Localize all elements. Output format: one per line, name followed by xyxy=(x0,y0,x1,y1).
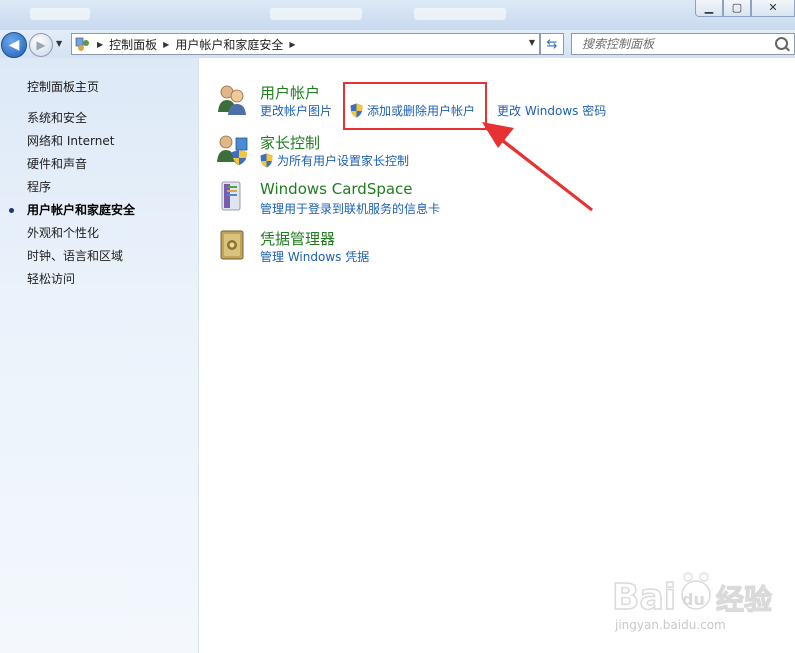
sidebar-item-network[interactable]: 网络和 Internet xyxy=(27,133,135,156)
maximize-icon: ▢ xyxy=(731,0,743,14)
manage-windows-credentials-link[interactable]: 管理 Windows 凭据 xyxy=(260,248,369,265)
category-title[interactable]: Windows CardSpace xyxy=(260,180,413,198)
search-icon[interactable] xyxy=(775,37,788,50)
sidebar-list: 系统和安全 网络和 Internet 硬件和声音 程序 用户帐户和家庭安全 外观… xyxy=(9,110,136,294)
title-ghost xyxy=(270,8,362,20)
sidebar-home-link[interactable]: 控制面板主页 xyxy=(27,78,99,95)
sidebar: 控制面板主页 系统和安全 网络和 Internet 硬件和声音 程序 用户帐户和… xyxy=(0,58,199,653)
close-icon: ✕ xyxy=(768,0,778,14)
category-links: 管理 Windows 凭据 xyxy=(260,248,387,265)
sidebar-item-appearance[interactable]: 外观和个性化 xyxy=(27,225,135,248)
category-title[interactable]: 家长控制 xyxy=(260,132,320,153)
sidebar-item-programs[interactable]: 程序 xyxy=(27,179,135,202)
back-button[interactable]: ◀ xyxy=(1,32,27,58)
breadcrumb-separator-icon: ▶ xyxy=(97,39,104,49)
watermark-url: jingyan.baidu.com xyxy=(615,618,726,632)
search-input[interactable] xyxy=(580,36,774,52)
title-ghost xyxy=(414,8,506,20)
sidebar-item-label: 用户帐户和家庭安全 xyxy=(27,203,136,217)
uac-shield-icon xyxy=(260,153,273,168)
minimize-icon: ▁ xyxy=(704,0,714,14)
parental-controls-icon[interactable] xyxy=(216,132,248,166)
forward-arrow-icon: ▶ xyxy=(36,38,46,52)
address-bar[interactable]: ▶ 控制面板 ▶ 用户帐户和家庭安全 ▶ ▼ xyxy=(71,33,540,55)
svg-text:Bai: Bai xyxy=(612,577,676,618)
svg-text:du: du xyxy=(682,590,705,609)
address-dropdown-icon[interactable]: ▼ xyxy=(529,38,535,47)
search-box[interactable] xyxy=(571,33,795,55)
control-panel-icon xyxy=(75,37,89,51)
category-title[interactable]: 凭据管理器 xyxy=(260,228,335,249)
annotation-arrow xyxy=(482,122,593,212)
navigation-bar: ◀ ▶ ▼ ▶ 控制面板 ▶ 用户帐户和家庭安全 ▶ ▼ ⇆ xyxy=(0,30,795,58)
sidebar-item-system-security[interactable]: 系统和安全 xyxy=(27,110,135,133)
change-picture-link[interactable]: 更改帐户图片 xyxy=(260,102,332,119)
breadcrumb-separator-icon: ▶ xyxy=(289,39,296,49)
close-button[interactable]: ✕ xyxy=(751,0,795,17)
sidebar-item-hardware-sound[interactable]: 硬件和声音 xyxy=(27,156,135,179)
active-bullet-icon xyxy=(9,208,14,213)
set-parental-controls-label: 为所有用户设置家长控制 xyxy=(277,154,410,168)
window-controls: ▁ ▢ ✕ xyxy=(695,0,795,17)
title-ghost xyxy=(30,8,90,20)
maximize-button[interactable]: ▢ xyxy=(723,0,751,17)
refresh-button[interactable]: ⇆ xyxy=(540,33,564,55)
sidebar-item-clock-language[interactable]: 时钟、语言和区域 xyxy=(27,248,135,271)
manage-info-cards-link[interactable]: 管理用于登录到联机服务的信息卡 xyxy=(260,200,440,217)
category-links: 管理用于登录到联机服务的信息卡 xyxy=(260,200,458,217)
breadcrumb-user-accounts[interactable]: 用户帐户和家庭安全 xyxy=(175,36,283,53)
credential-manager-icon[interactable] xyxy=(216,228,248,262)
breadcrumb-separator-icon: ▶ xyxy=(163,39,170,49)
users-icon[interactable] xyxy=(216,82,248,116)
annotation-highlight-box xyxy=(343,82,487,130)
breadcrumb-control-panel[interactable]: 控制面板 xyxy=(109,36,157,53)
category-links: 为所有用户设置家长控制 xyxy=(260,152,427,169)
sidebar-item-ease-of-access[interactable]: 轻松访问 xyxy=(27,271,135,294)
history-dropdown-icon[interactable]: ▼ xyxy=(56,39,62,48)
title-bar: ▁ ▢ ✕ xyxy=(0,0,795,30)
minimize-button[interactable]: ▁ xyxy=(695,0,723,17)
sidebar-item-user-accounts[interactable]: 用户帐户和家庭安全 xyxy=(9,202,136,225)
category-title[interactable]: 用户帐户 xyxy=(260,82,320,103)
back-arrow-icon: ◀ xyxy=(8,37,20,53)
forward-button[interactable]: ▶ xyxy=(29,33,53,57)
refresh-icon: ⇆ xyxy=(546,36,558,52)
cardspace-icon[interactable] xyxy=(216,180,248,214)
set-parental-controls-link[interactable]: 为所有用户设置家长控制 xyxy=(260,152,409,169)
svg-text:经验: 经验 xyxy=(716,583,772,616)
